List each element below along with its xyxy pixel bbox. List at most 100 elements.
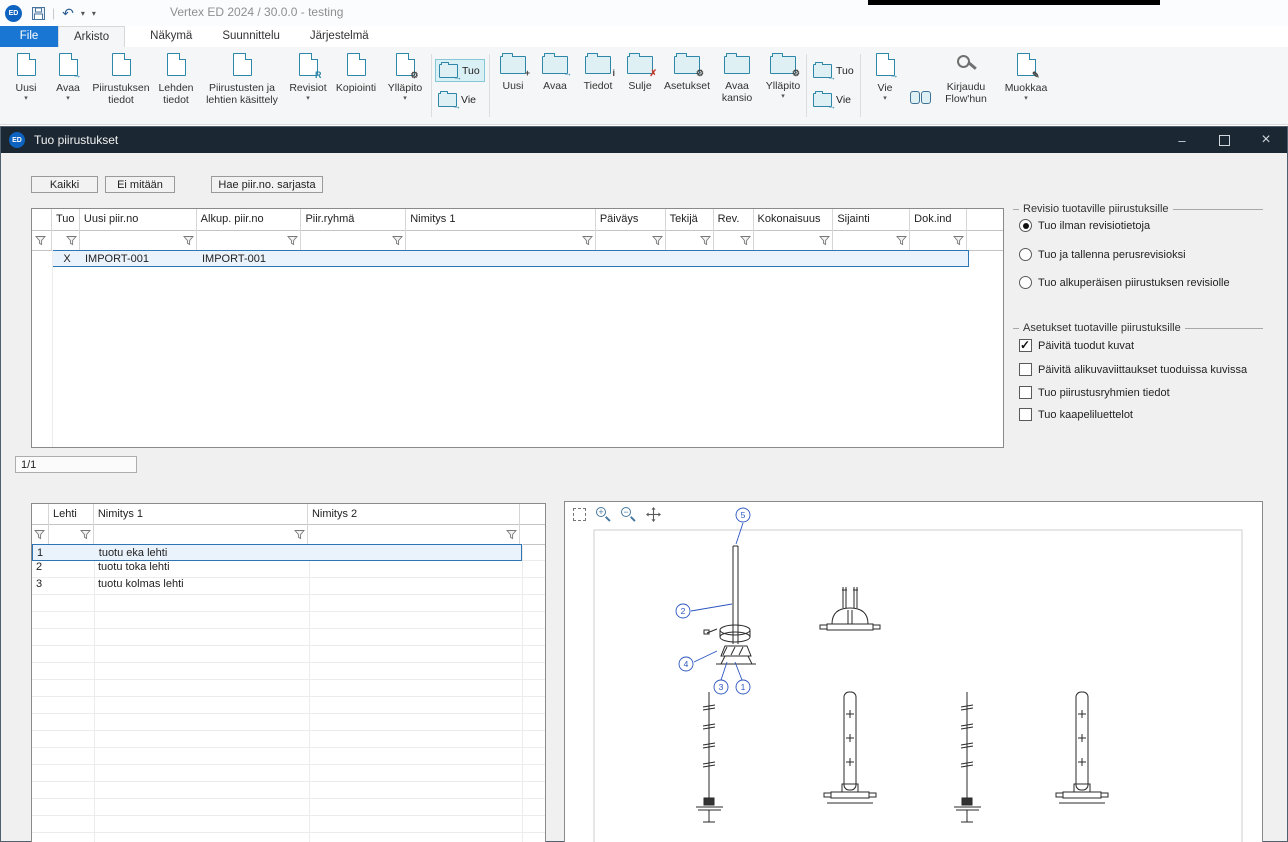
checkbox-tuo-piirustusryhmien-tiedot[interactable]: Tuo piirustusryhmien tiedot (1019, 386, 1170, 399)
hae-piirno-sarjasta-button[interactable]: Hae piir.no. sarjasta (211, 176, 323, 193)
new-folder-icon: + (500, 56, 526, 74)
tab-file[interactable]: File (0, 26, 58, 47)
maximize-button[interactable] (1203, 127, 1245, 153)
ribbon-button-asetukset[interactable]: ⚙ Asetukset (661, 50, 713, 120)
sheet-row-selected[interactable]: 1 tuotu eka lehti (32, 544, 522, 561)
ribbon-button-uusi-kansio[interactable]: + Uusi (493, 50, 533, 120)
ribbon-button-vie-1[interactable]: → Vie (435, 88, 485, 111)
radio-label: Tuo ilman revisiotietoja (1038, 220, 1150, 232)
ei-mitaan-button[interactable]: Ei mitään (105, 176, 175, 193)
undo-dropdown-caret-icon[interactable]: ▾ (81, 9, 85, 18)
selector-column-header (32, 504, 49, 524)
column-header-lehti[interactable]: Lehti (49, 504, 94, 524)
filter-funnel-icon[interactable] (700, 235, 711, 246)
ribbon-button-avaa-kansio[interactable]: Avaa kansio (715, 50, 759, 120)
ribbon-button-kopiointi[interactable]: Kopiointi (332, 50, 380, 120)
ribbon-separator (806, 54, 807, 117)
radio-option-tuo-alkuperaisen[interactable]: Tuo alkuperäisen piirustuksen revisiolle (1019, 276, 1230, 289)
radio-option-tuo-ilman-revisiotietoja[interactable]: Tuo ilman revisiotietoja (1019, 219, 1150, 232)
filter-funnel-icon[interactable] (183, 235, 194, 246)
tab-nakyma[interactable]: Näkymä (135, 26, 207, 47)
radio-icon[interactable] (1019, 219, 1032, 232)
column-header-nimitys1[interactable]: Nimitys 1 (94, 504, 308, 524)
minimize-button[interactable]: – (1161, 127, 1203, 153)
ribbon-button-piirustusten-kasittely[interactable]: Piirustusten ja lehtien käsittely (201, 50, 283, 120)
zoom-window-icon[interactable] (573, 508, 586, 521)
ribbon-button-tuo-1[interactable]: → Tuo (435, 59, 485, 82)
checkbox-icon[interactable] (1019, 408, 1032, 421)
settings-folder-icon: ⚙ (674, 56, 700, 74)
zoom-out-icon[interactable]: − (621, 507, 636, 522)
radio-icon[interactable] (1019, 248, 1032, 261)
column-header-tekija[interactable]: Tekijä (666, 209, 714, 230)
column-header-dokind[interactable]: Dok.ind (910, 209, 967, 230)
ribbon-button-revisiot[interactable]: R Revisiot ▾ (286, 50, 330, 120)
save-icon[interactable] (32, 7, 45, 20)
dialog-titlebar[interactable]: ED Tuo piirustukset – × (1, 127, 1287, 153)
ribbon-button-vie-3[interactable]: → Vie ▾ (865, 50, 905, 120)
column-header-uusi-piirno[interactable]: Uusi piir.no (80, 209, 197, 230)
filter-funnel-icon[interactable] (582, 235, 593, 246)
drawing-preview-canvas[interactable]: 5 2 4 3 1 (565, 504, 1263, 842)
filter-funnel-icon[interactable] (953, 235, 964, 246)
filter-funnel-icon[interactable] (287, 235, 298, 246)
ribbon-button-lehden-tiedot[interactable]: Lehden tiedot (153, 50, 199, 120)
ribbon-button-vie-2[interactable]: → Vie (810, 88, 860, 111)
tab-jarjestelma[interactable]: Järjestelmä (295, 26, 384, 47)
pan-icon[interactable] (646, 507, 661, 522)
ribbon-button-muokkaa[interactable]: ✎ Muokkaa ▾ (1000, 50, 1052, 120)
column-header-tuo[interactable]: Tuo (52, 209, 80, 230)
ribbon-button-kirjaudu-flow[interactable]: Kirjaudu Flow'hun (936, 50, 996, 120)
ribbon-button-tiedot[interactable]: i Tiedot (577, 50, 619, 120)
checkbox-icon[interactable] (1019, 386, 1032, 399)
filter-funnel-icon[interactable] (896, 235, 907, 246)
checkbox-tuo-kaapeliluettelot[interactable]: Tuo kaapeliluettelot (1019, 408, 1133, 421)
ribbon-button-yllapito-2[interactable]: ⚙ Ylläpito ▾ (761, 50, 805, 120)
ribbon-button-avaa-piirustus[interactable]: → Avaa ▾ (48, 50, 88, 120)
filter-funnel-icon[interactable] (294, 529, 305, 540)
column-header-rev[interactable]: Rev. (714, 209, 754, 230)
cell-lehti: 2 (32, 561, 94, 578)
column-header-piir-ryhma[interactable]: Piir.ryhmä (301, 209, 406, 230)
sheet-row[interactable]: 2 tuotu toka lehti (32, 561, 545, 578)
maintenance-folder-icon: ⚙ (770, 56, 796, 74)
column-header-nimitys2[interactable]: Nimitys 2 (308, 504, 520, 524)
column-header-alkup-piirno[interactable]: Alkup. piir.no (197, 209, 302, 230)
radio-icon[interactable] (1019, 276, 1032, 289)
filter-funnel-icon[interactable] (506, 529, 517, 540)
checkbox-icon[interactable] (1019, 339, 1032, 352)
sheet-row: 1 tuotu eka lehti (32, 544, 545, 561)
filter-funnel-icon[interactable] (34, 529, 45, 540)
close-button[interactable]: × (1245, 127, 1287, 153)
column-header-kokonaisuus[interactable]: Kokonaisuus (754, 209, 834, 230)
filter-funnel-icon[interactable] (819, 235, 830, 246)
kaikki-button[interactable]: Kaikki (31, 176, 98, 193)
filter-funnel-icon[interactable] (740, 235, 751, 246)
drawings-row-selected[interactable]: X IMPORT-001 IMPORT-001 (52, 250, 969, 267)
tab-suunnittelu[interactable]: Suunnittelu (207, 26, 295, 47)
checkbox-paivita-alikuvaviittaukset[interactable]: Päivitä alikuvaviittaukset tuoduissa kuv… (1019, 363, 1247, 376)
checkbox-paivita-tuodut-kuvat[interactable]: Päivitä tuodut kuvat (1019, 339, 1134, 352)
ribbon-button-tuo-2[interactable]: → Tuo (810, 59, 860, 82)
undo-icon[interactable]: ↶ (62, 6, 74, 20)
filter-funnel-icon[interactable] (66, 235, 77, 246)
ribbon-button-piirustuksen-tiedot[interactable]: Piirustuksen tiedot (92, 50, 150, 120)
ribbon-button-uusi-piirustus[interactable]: Uusi ▾ (6, 50, 46, 120)
checkbox-icon[interactable] (1019, 363, 1032, 376)
column-header-paivays[interactable]: Päiväys (596, 209, 666, 230)
ribbon-button-avaa-2[interactable]: → Avaa (535, 50, 575, 120)
zoom-in-icon[interactable]: + (596, 507, 611, 522)
column-header-nimitys1[interactable]: Nimitys 1 (406, 209, 596, 230)
quick-access-customize-icon[interactable]: ▾ (92, 9, 96, 18)
sheet-row[interactable]: 3 tuotu kolmas lehti (32, 578, 545, 595)
filter-funnel-icon[interactable] (80, 529, 91, 540)
ribbon-button-selaa[interactable] (906, 91, 934, 115)
filter-funnel-icon[interactable] (392, 235, 403, 246)
filter-funnel-icon[interactable] (35, 235, 46, 246)
ribbon-button-yllapito-1[interactable]: ⚙ Ylläpito ▾ (382, 50, 428, 120)
column-header-sijainti[interactable]: Sijainti (833, 209, 910, 230)
filter-funnel-icon[interactable] (652, 235, 663, 246)
ribbon-button-sulje[interactable]: ✗ Sulje (621, 50, 659, 120)
radio-option-tuo-ja-tallenna[interactable]: Tuo ja tallenna perusrevisioksi (1019, 248, 1186, 261)
tab-arkisto[interactable]: Arkisto (58, 26, 125, 47)
